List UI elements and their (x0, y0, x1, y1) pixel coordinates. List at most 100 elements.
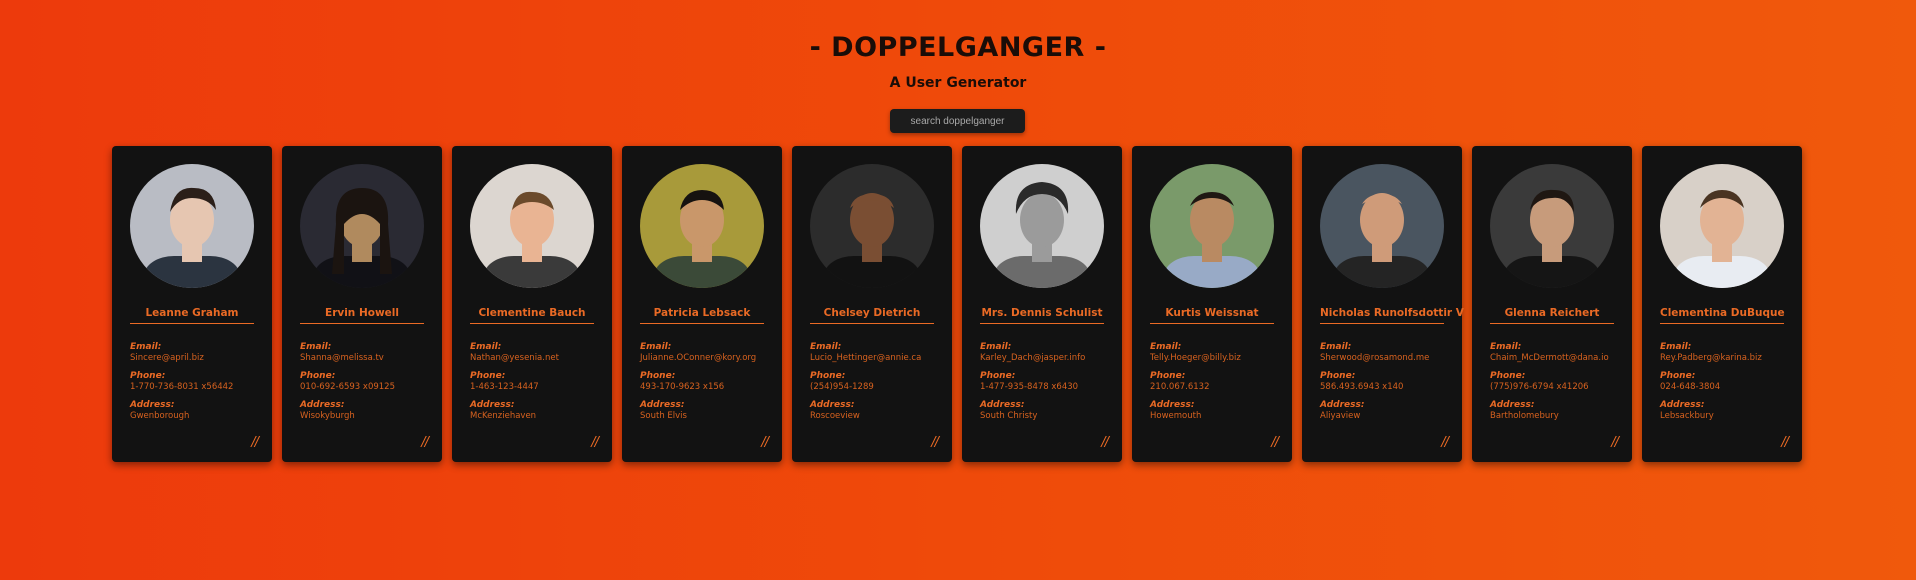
phone-label: Phone: (1490, 371, 1526, 381)
card-edit-link[interactable]: // (251, 435, 259, 450)
user-card-6: Mrs. Dennis Schulist Email: Karley_Dach@… (962, 146, 1122, 462)
user-name: Patricia Lebsack (653, 307, 751, 319)
address-label: Address: (470, 400, 515, 410)
avatar (1150, 164, 1274, 288)
address-value: Wisokyburgh (300, 411, 355, 421)
avatar-photo (470, 164, 594, 288)
user-name: Nicholas Runolfsdottir V (1320, 307, 1464, 319)
phone-label: Phone: (810, 371, 846, 381)
email-label: Email: (1320, 342, 1352, 352)
phone-value: 1-770-736-8031 x56442 (130, 382, 234, 392)
page-title: - DOPPELGANGER - (809, 32, 1107, 63)
card-edit-link[interactable]: // (1101, 435, 1109, 450)
phone-label: Phone: (1150, 371, 1186, 381)
user-details: Email: Karley_Dach@jasper.info Phone: 1-… (980, 342, 1120, 429)
address-label: Address: (130, 400, 175, 410)
email-label: Email: (1490, 342, 1522, 352)
address-value: Bartholomebury (1490, 411, 1559, 421)
user-name: Kurtis Weissnat (1165, 307, 1259, 319)
phone-label: Phone: (980, 371, 1016, 381)
address-value: Aliyaview (1320, 411, 1361, 421)
avatar-photo (810, 164, 934, 288)
phone-label: Phone: (640, 371, 676, 381)
email-value: Nathan@yesenia.net (470, 353, 559, 363)
phone-value: (775)976-6794 x41206 (1490, 382, 1589, 392)
user-name: Clementina DuBuque (1660, 307, 1785, 319)
phone-value: (254)954-1289 (810, 382, 874, 392)
user-details: Email: Rey.Padberg@karina.biz Phone: 024… (1660, 342, 1800, 429)
phone-value: 1-477-935-8478 x6430 (980, 382, 1079, 392)
search-input[interactable] (890, 109, 1025, 133)
phone-label: Phone: (1320, 371, 1356, 381)
name-divider (1490, 323, 1614, 324)
email-label: Email: (980, 342, 1012, 352)
address-value: Howemouth (1150, 411, 1202, 421)
email-value: Karley_Dach@jasper.info (980, 353, 1086, 363)
card-edit-link[interactable]: // (1441, 435, 1449, 450)
email-label: Email: (1150, 342, 1182, 352)
avatar (1320, 164, 1444, 288)
user-details: Email: Sherwood@rosamond.me Phone: 586.4… (1320, 342, 1460, 429)
phone-label: Phone: (130, 371, 166, 381)
address-value: South Elvis (640, 411, 687, 421)
avatar-photo (130, 164, 254, 288)
avatar-photo (1320, 164, 1444, 288)
address-value: McKenziehaven (470, 411, 537, 421)
user-card-5: Chelsey Dietrich Email: Lucio_Hettinger@… (792, 146, 952, 462)
email-value: Telly.Hoeger@billy.biz (1150, 353, 1241, 363)
user-card-4: Patricia Lebsack Email: Julianne.OConner… (622, 146, 782, 462)
user-details: Email: Chaim_McDermott@dana.io Phone: (7… (1490, 342, 1630, 429)
user-card-8: Nicholas Runolfsdottir V Email: Sherwood… (1302, 146, 1464, 462)
card-edit-link[interactable]: // (931, 435, 939, 450)
email-label: Email: (1660, 342, 1692, 352)
user-details: Email: Julianne.OConner@kory.org Phone: … (640, 342, 780, 429)
avatar (640, 164, 764, 288)
user-details: Email: Nathan@yesenia.net Phone: 1-463-1… (470, 342, 610, 429)
email-value: Julianne.OConner@kory.org (640, 353, 757, 363)
user-name: Glenna Reichert (1504, 307, 1600, 319)
avatar-photo (1490, 164, 1614, 288)
name-divider (640, 323, 764, 324)
name-divider (1150, 323, 1274, 324)
phone-value: 010-692-6593 x09125 (300, 382, 395, 392)
avatar (300, 164, 424, 288)
avatar (130, 164, 254, 288)
address-label: Address: (980, 400, 1025, 410)
phone-value: 586.493.6943 x140 (1320, 382, 1404, 392)
email-label: Email: (300, 342, 332, 352)
email-value: Rey.Padberg@karina.biz (1660, 353, 1762, 363)
email-label: Email: (130, 342, 162, 352)
address-label: Address: (810, 400, 855, 410)
name-divider (1660, 323, 1784, 324)
address-label: Address: (640, 400, 685, 410)
user-card-7: Kurtis Weissnat Email: Telly.Hoeger@bill… (1132, 146, 1292, 462)
card-edit-link[interactable]: // (761, 435, 769, 450)
phone-label: Phone: (300, 371, 336, 381)
card-edit-link[interactable]: // (1271, 435, 1279, 450)
email-value: Chaim_McDermott@dana.io (1490, 353, 1609, 363)
user-name: Clementine Bauch (478, 307, 586, 319)
name-divider (130, 323, 254, 324)
phone-value: 024-648-3804 (1660, 382, 1721, 392)
user-name: Mrs. Dennis Schulist (981, 307, 1103, 319)
avatar-photo (1150, 164, 1274, 288)
address-value: Roscoeview (810, 411, 860, 421)
avatar (1660, 164, 1784, 288)
email-value: Shanna@melissa.tv (300, 353, 384, 363)
card-edit-link[interactable]: // (1781, 435, 1789, 450)
name-divider (300, 323, 424, 324)
user-card-1: Leanne Graham Email: Sincere@april.biz P… (112, 146, 272, 462)
page-subtitle: A User Generator (889, 75, 1027, 91)
avatar (1490, 164, 1614, 288)
phone-label: Phone: (1660, 371, 1696, 381)
avatar (470, 164, 594, 288)
user-details: Email: Lucio_Hettinger@annie.ca Phone: (… (810, 342, 950, 429)
card-edit-link[interactable]: // (421, 435, 429, 450)
card-edit-link[interactable]: // (591, 435, 599, 450)
email-value: Sherwood@rosamond.me (1320, 353, 1430, 363)
avatar (980, 164, 1104, 288)
user-card-list: Leanne Graham Email: Sincere@april.biz P… (112, 146, 1802, 462)
address-label: Address: (1320, 400, 1365, 410)
card-edit-link[interactable]: // (1611, 435, 1619, 450)
avatar (810, 164, 934, 288)
